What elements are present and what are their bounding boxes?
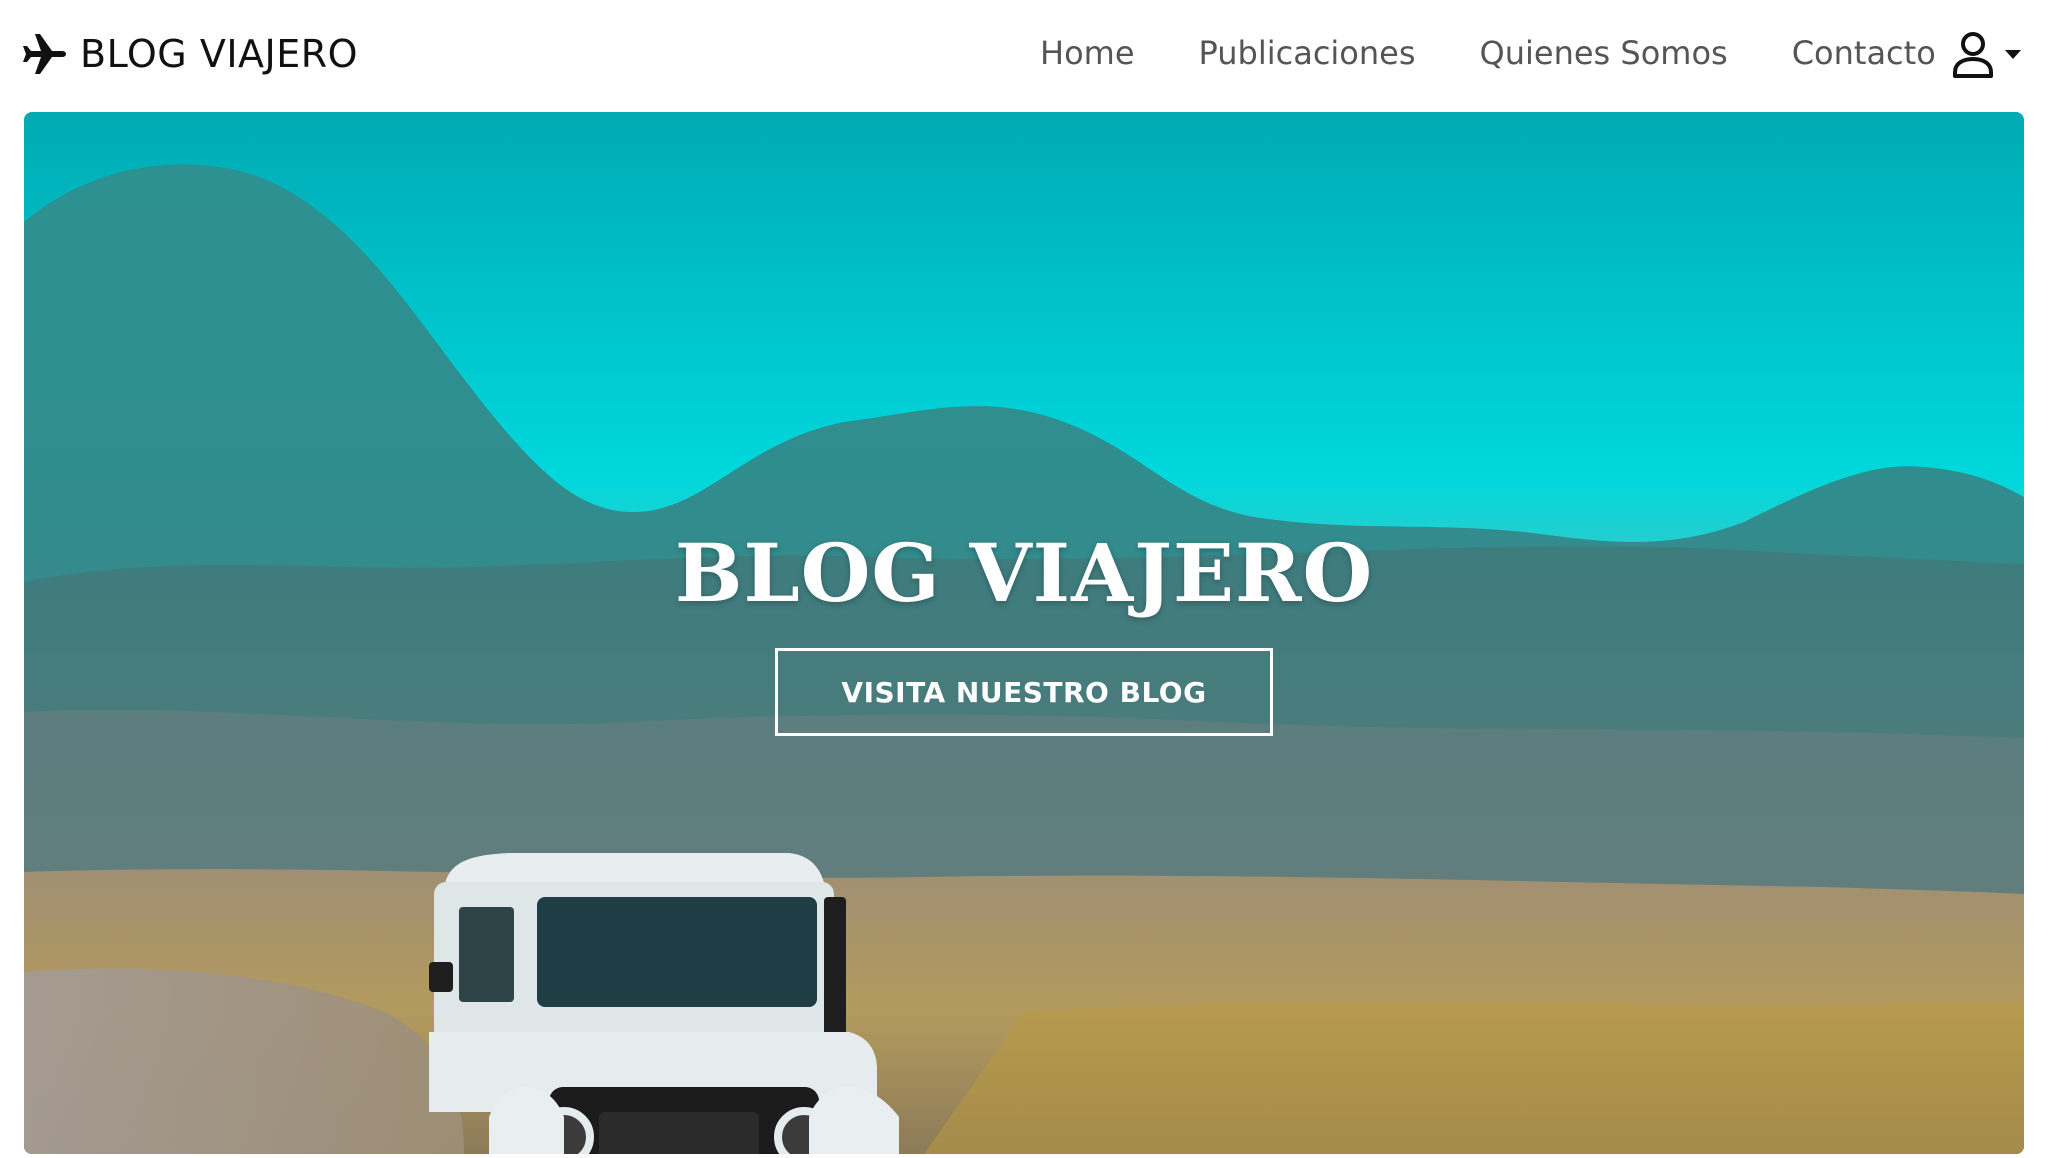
brand-link[interactable]: BLOG VIAJERO bbox=[22, 30, 358, 78]
hero-banner: BLOG VIAJERO VISITA NUESTRO BLOG bbox=[24, 112, 2024, 1154]
hero-title: BLOG VIAJERO bbox=[674, 526, 1374, 620]
nav-link-publicaciones[interactable]: Publicaciones bbox=[1199, 34, 1416, 72]
brand-name: BLOG VIAJERO bbox=[80, 32, 359, 76]
nav-link-home[interactable]: Home bbox=[1040, 34, 1135, 72]
nav-link-contacto[interactable]: Contacto bbox=[1792, 34, 1936, 72]
user-menu-toggle[interactable] bbox=[1952, 30, 2022, 78]
hero-background-image bbox=[24, 164, 2024, 1154]
caret-down-icon bbox=[2005, 50, 2021, 59]
nav-link-quienes-somos[interactable]: Quienes Somos bbox=[1480, 34, 1728, 72]
visit-blog-button[interactable]: VISITA NUESTRO BLOG bbox=[775, 648, 1273, 736]
airplane-icon bbox=[23, 34, 66, 74]
top-navbar: BLOG VIAJERO Home Publicaciones Quienes … bbox=[0, 0, 2048, 112]
nav-links: Home Publicaciones Quienes Somos Contact… bbox=[1040, 34, 1936, 72]
user-icon bbox=[1953, 32, 1993, 78]
